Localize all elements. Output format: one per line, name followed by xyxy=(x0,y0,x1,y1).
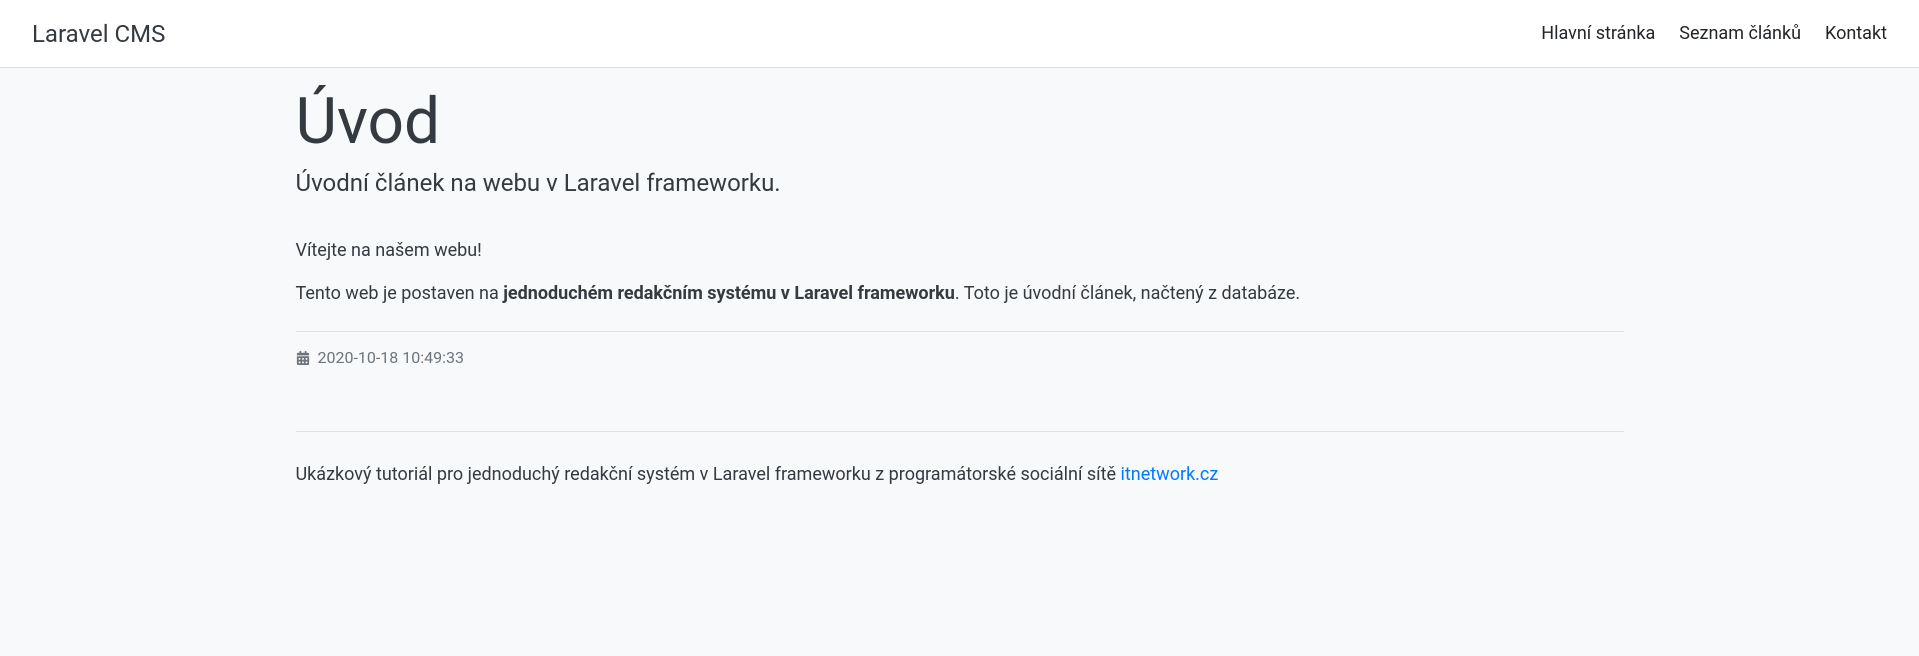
nav-link-articles[interactable]: Seznam článků xyxy=(1679,23,1801,44)
article-body-suffix: . Toto je úvodní článek, načtený z datab… xyxy=(955,283,1300,304)
article-welcome: Vítejte na našem webu! xyxy=(296,237,1624,264)
navbar-brand[interactable]: Laravel CMS xyxy=(32,20,165,48)
footer-text-container: Ukázkový tutoriál pro jednoduchý redakčn… xyxy=(296,464,1624,485)
article-body-prefix: Tento web je postaven na xyxy=(296,283,504,304)
nav-item-home: Hlavní stránka xyxy=(1541,23,1655,44)
nav-link-home[interactable]: Hlavní stránka xyxy=(1541,23,1655,44)
article-meta: 2020-10-18 10:49:33 xyxy=(296,348,1624,367)
nav-link-contact[interactable]: Kontakt xyxy=(1825,23,1887,44)
article-subtitle: Úvodní článek na webu v Laravel framewor… xyxy=(296,169,1624,197)
navbar: Laravel CMS Hlavní stránka Seznam článků… xyxy=(0,0,1919,68)
article-title: Úvod xyxy=(296,84,1624,161)
article-body-strong: jednoduchém redakčním systému v Laravel … xyxy=(503,283,955,304)
article: Úvod Úvodní článek na webu v Laravel fra… xyxy=(296,68,1624,367)
article-description: Tento web je postaven na jednoduchém red… xyxy=(296,280,1624,307)
calendar-icon xyxy=(296,350,310,364)
article-body: Vítejte na našem webu! Tento web je post… xyxy=(296,237,1624,307)
footer: Ukázkový tutoriál pro jednoduchý redakčn… xyxy=(296,431,1624,485)
navbar-nav: Hlavní stránka Seznam článků Kontakt xyxy=(1541,23,1887,44)
nav-item-articles: Seznam článků xyxy=(1679,23,1801,44)
main-container: Úvod Úvodní článek na webu v Laravel fra… xyxy=(280,68,1640,485)
footer-text: Ukázkový tutoriál pro jednoduchý redakčn… xyxy=(296,464,1121,485)
article-timestamp: 2020-10-18 10:49:33 xyxy=(318,348,464,367)
footer-link[interactable]: itnetwork.cz xyxy=(1121,464,1219,485)
nav-item-contact: Kontakt xyxy=(1825,23,1887,44)
article-divider xyxy=(296,331,1624,332)
